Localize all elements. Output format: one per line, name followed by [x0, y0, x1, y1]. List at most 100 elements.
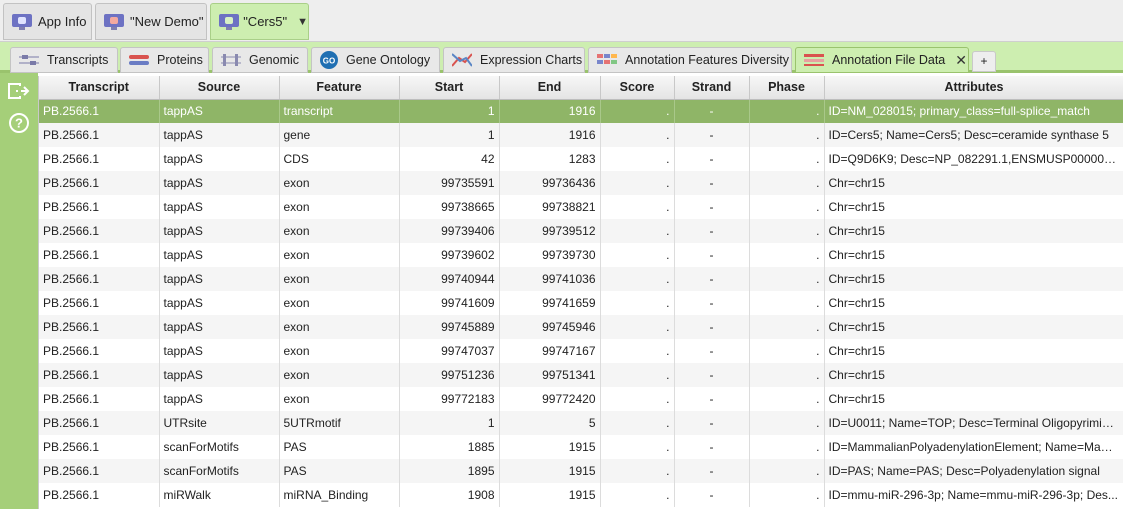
cell-source: tappAS: [159, 147, 280, 171]
table-row[interactable]: PB.2566.1 tappAS exon 99735591 99736436. -. Ch…: [39, 171, 1123, 195]
cell-end: 1915: [499, 435, 601, 459]
cell-strand: -: [674, 123, 750, 147]
cell-feature: exon: [279, 219, 400, 243]
column-header-feature[interactable]: Feature: [279, 76, 400, 100]
annotation-data-table[interactable]: Transcript Source Feature Start End Scor…: [38, 76, 1123, 509]
column-header-transcript[interactable]: Transcript: [39, 76, 160, 100]
tab-annotation-file-data[interactable]: Annotation File Data ✕: [795, 47, 969, 73]
cell-start: 99740944: [399, 267, 500, 291]
table-row[interactable]: PB.2566.1 miRWalk miRNA_Binding 1908 1915. -.…: [39, 483, 1123, 507]
close-icon[interactable]: ✕: [955, 52, 967, 69]
cell-transcript: PB.2566.1: [39, 99, 160, 123]
table-row[interactable]: PB.2566.1 tappAS exon 99751236 99751341. -. Ch…: [39, 363, 1123, 387]
cell-feature: exon: [279, 339, 400, 363]
cell-source: tappAS: [159, 123, 280, 147]
cell-strand: -: [674, 435, 750, 459]
tab-genomic[interactable]: Genomic: [212, 47, 308, 73]
table-row[interactable]: PB.2566.1 tappAS exon 99739602 99739730. -. Ch…: [39, 243, 1123, 267]
help-glyph: ?: [15, 116, 23, 131]
project-tab-new-demo[interactable]: "New Demo": [95, 3, 207, 40]
cell-end: 99741036: [499, 267, 601, 291]
table-row[interactable]: PB.2566.1 scanForMotifs PAS 1885 1915. -. ID=M…: [39, 435, 1123, 459]
table-row[interactable]: PB.2566.1 tappAS exon 99772183 99772420. -. Ch…: [39, 387, 1123, 411]
cell-attributes: Chr=chr15: [824, 387, 1123, 411]
cell-transcript: PB.2566.1: [39, 363, 160, 387]
expression-chart-icon: [451, 53, 473, 67]
table-row[interactable]: PB.2566.1 tappAS exon 99738665 99738821. -. Ch…: [39, 195, 1123, 219]
cell-source: tappAS: [159, 195, 280, 219]
monitor-icon: [104, 13, 124, 30]
help-icon[interactable]: ?: [7, 111, 31, 135]
export-icon[interactable]: [7, 79, 31, 103]
cell-start: 99735591: [399, 171, 500, 195]
cell-transcript: PB.2566.1: [39, 267, 160, 291]
chevron-down-icon[interactable]: ▼: [297, 16, 308, 28]
transcripts-icon: [19, 53, 39, 67]
table-row[interactable]: PB.2566.1 tappAS exon 99745889 99745946. -. Ch…: [39, 315, 1123, 339]
table-row[interactable]: PB.2566.1 tappAS exon 99739406 99739512. -. Ch…: [39, 219, 1123, 243]
table-row[interactable]: PB.2566.1 tappAS gene 1 1916. -. ID=Cers5; Nam…: [39, 123, 1123, 147]
cell-source: tappAS: [159, 315, 280, 339]
cell-start: 99751236: [399, 363, 500, 387]
cell-score: .: [600, 243, 675, 267]
cell-score: .: [600, 339, 675, 363]
add-tab-button[interactable]: +: [972, 51, 996, 72]
cell-phase: .: [749, 171, 825, 195]
project-tab-app-info[interactable]: App Info: [3, 3, 92, 40]
cell-score: .: [600, 483, 675, 507]
table-row[interactable]: PB.2566.1 UTRsite 5UTRmotif 1 5. -. ID=U0011; …: [39, 411, 1123, 435]
column-header-start[interactable]: Start: [399, 76, 500, 100]
column-header-strand[interactable]: Strand: [674, 76, 750, 100]
cell-score: .: [600, 315, 675, 339]
table-row[interactable]: PB.2566.1 tappAS exon 99747037 99747167. -. Ch…: [39, 339, 1123, 363]
table-row[interactable]: PB.2566.1 scanForMotifs PAS 1895 1915. -. ID=P…: [39, 459, 1123, 483]
table-row[interactable]: PB.2566.1 tappAS transcript 1 1916. -. ID=NM_0…: [39, 99, 1123, 123]
cell-score: .: [600, 291, 675, 315]
cell-start: 1: [399, 99, 500, 123]
cell-score: .: [600, 195, 675, 219]
tab-annotation-features-diversity[interactable]: Annotation Features Diversity: [588, 47, 792, 73]
cell-end: 99745946: [499, 315, 601, 339]
cell-end: 1915: [499, 459, 601, 483]
cell-end: 99738821: [499, 195, 601, 219]
column-header-end[interactable]: End: [499, 76, 601, 100]
cell-end: 99751341: [499, 363, 601, 387]
column-header-attributes[interactable]: Attributes: [824, 76, 1123, 100]
cell-score: .: [600, 171, 675, 195]
cell-strand: -: [674, 219, 750, 243]
cell-feature: CDS: [279, 147, 400, 171]
cell-feature: exon: [279, 195, 400, 219]
cell-source: UTRsite: [159, 411, 280, 435]
tab-expression-charts[interactable]: Expression Charts: [443, 47, 585, 73]
cell-score: .: [600, 387, 675, 411]
cell-source: tappAS: [159, 363, 280, 387]
tab-gene-ontology[interactable]: GO Gene Ontology: [311, 47, 440, 73]
cell-feature: exon: [279, 363, 400, 387]
cell-start: 99739406: [399, 219, 500, 243]
table-row[interactable]: PB.2566.1 tappAS exon 99740944 99741036. -. Ch…: [39, 267, 1123, 291]
tab-transcripts[interactable]: Transcripts: [10, 47, 118, 73]
cell-feature: gene: [279, 123, 400, 147]
column-header-phase[interactable]: Phase: [749, 76, 825, 100]
project-tab-cers5[interactable]: "Cers5" ▼: [210, 3, 309, 40]
tab-label: Expression Charts: [480, 53, 583, 67]
cell-strand: -: [674, 315, 750, 339]
column-header-score[interactable]: Score: [600, 76, 675, 100]
tab-proteins[interactable]: Proteins: [120, 47, 209, 73]
cell-feature: exon: [279, 171, 400, 195]
cell-strand: -: [674, 459, 750, 483]
cell-source: tappAS: [159, 171, 280, 195]
cell-attributes: ID=MammalianPolyadenylationElement; Name…: [824, 435, 1123, 459]
table-row[interactable]: PB.2566.1 tappAS exon 99741609 99741659. -. Ch…: [39, 291, 1123, 315]
cell-end: 99739730: [499, 243, 601, 267]
cell-score: .: [600, 267, 675, 291]
cell-phase: .: [749, 195, 825, 219]
cell-score: .: [600, 435, 675, 459]
column-header-source[interactable]: Source: [159, 76, 280, 100]
table-row[interactable]: PB.2566.1 tappAS CDS 42 1283. -. ID=Q9D6K9; De…: [39, 147, 1123, 171]
cell-feature: PAS: [279, 435, 400, 459]
cell-transcript: PB.2566.1: [39, 483, 160, 507]
cell-feature: exon: [279, 387, 400, 411]
cell-attributes: Chr=chr15: [824, 243, 1123, 267]
cell-end: 5: [499, 411, 601, 435]
